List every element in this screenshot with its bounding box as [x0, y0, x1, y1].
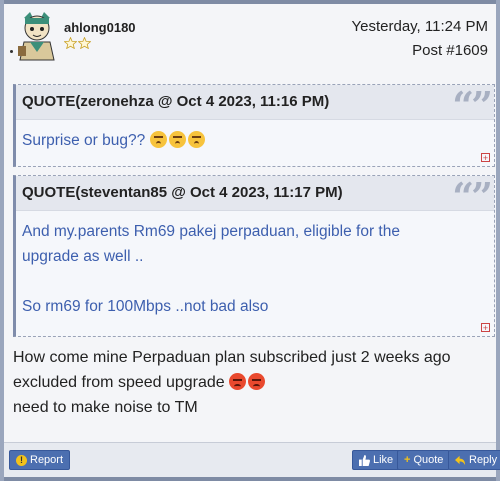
thinking-face-icon — [187, 131, 205, 148]
post-number[interactable]: Post #1609 — [412, 42, 488, 59]
quote-line — [22, 269, 488, 294]
quote-block: QUOTE(steventan85 @ Oct 4 2023, 11:17 PM… — [13, 174, 495, 337]
like-label: Like — [373, 454, 394, 466]
reply-arrow-icon — [455, 455, 466, 465]
rank-stars — [64, 37, 91, 49]
like-button[interactable]: Like — [352, 450, 401, 470]
angry-face-icon — [229, 373, 247, 390]
quote-header: QUOTE(zeronehza @ Oct 4 2023, 11:16 PM) … — [16, 83, 494, 128]
post-timestamp: Yesterday, 11:24 PM — [351, 18, 488, 35]
quote-header: QUOTE(steventan85 @ Oct 4 2023, 11:17 PM… — [16, 174, 494, 219]
star-icon — [78, 37, 91, 49]
quote-block: QUOTE(zeronehza @ Oct 4 2023, 11:16 PM) … — [13, 83, 495, 167]
quote-body: And my.parents Rm69 pakej perpaduan, eli… — [16, 211, 494, 319]
star-icon — [64, 37, 77, 49]
quote-button[interactable]: + Quote — [397, 450, 451, 470]
quote-body: Surprise or bug?? — [16, 120, 494, 153]
thumbs-up-icon — [359, 454, 370, 466]
plus-icon: + — [404, 454, 411, 466]
quote-mark-icon: “” — [452, 174, 493, 219]
forum-post: ahlong0180 Yesterday, 11:24 PM Post #160… — [0, 0, 500, 481]
angry-face-icon — [248, 373, 266, 390]
quote-label: Quote — [413, 454, 444, 466]
post-bottom-border — [4, 477, 496, 481]
post-footer: ! Report Like + Quote Reply — [4, 442, 500, 481]
username[interactable]: ahlong0180 — [64, 20, 136, 35]
quote-line: And my.parents Rm69 pakej perpaduan, eli… — [22, 223, 400, 240]
report-label: Report — [30, 454, 64, 466]
post-body: How come mine Perpaduan plan subscribed … — [13, 345, 493, 420]
report-button[interactable]: ! Report — [9, 450, 71, 470]
quote-title: QUOTE(steventan85 @ Oct 4 2023, 11:17 PM… — [22, 184, 343, 201]
warning-icon: ! — [16, 454, 27, 466]
post-line-with-emoji: excluded from speed upgrade — [13, 370, 493, 395]
quote-text: Surprise or bug?? — [22, 132, 146, 149]
quote-line: upgrade as well .. — [22, 248, 144, 265]
reply-label: Reply — [469, 454, 498, 466]
thinking-face-icon — [168, 131, 186, 148]
quote-line: So rm69 for 100Mbps ..not bad also — [22, 298, 269, 315]
quote-title: QUOTE(zeronehza @ Oct 4 2023, 11:16 PM) — [22, 93, 330, 110]
reply-button[interactable]: Reply — [448, 450, 500, 470]
avatar[interactable] — [16, 12, 58, 62]
post-line: need to make noise to TM — [13, 399, 198, 416]
quote-mark-icon: “” — [452, 83, 493, 128]
post-line: excluded from speed upgrade — [13, 374, 225, 391]
online-dot — [10, 50, 13, 53]
post-header: ahlong0180 Yesterday, 11:24 PM Post #160… — [4, 4, 496, 78]
thinking-face-icon — [149, 131, 167, 148]
expand-quote-icon[interactable]: + — [481, 153, 490, 163]
expand-quote-icon[interactable]: + — [481, 323, 490, 333]
post-line: How come mine Perpaduan plan subscribed … — [13, 349, 451, 366]
